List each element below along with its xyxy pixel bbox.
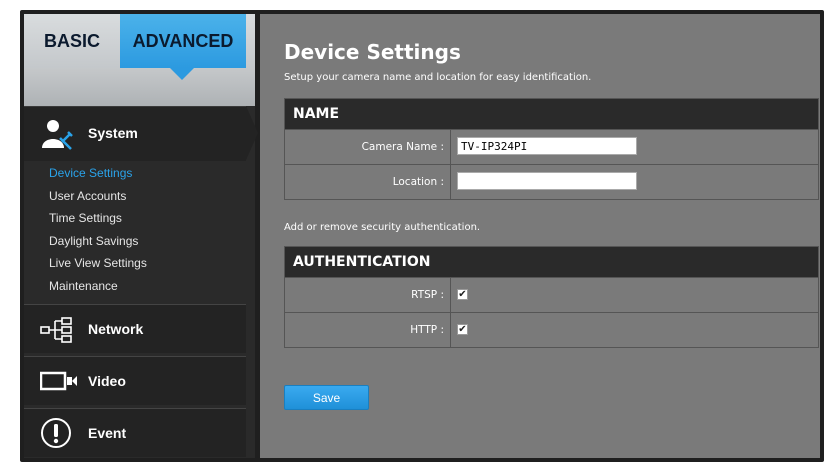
sidebar-item-live-view-settings[interactable]: Live View Settings (24, 252, 246, 275)
sidebar-section-label: Event (88, 425, 127, 441)
sidebar-item-daylight-savings[interactable]: Daylight Savings (24, 230, 246, 253)
location-label: Location : (285, 165, 451, 199)
sidebar-section-video[interactable]: Video (24, 356, 246, 405)
active-tab-pointer (170, 68, 194, 80)
sidebar-section-network[interactable]: Network (24, 304, 246, 353)
http-label: HTTP : (285, 313, 451, 347)
name-panel: NAME Camera Name : Location : (284, 98, 819, 200)
sidebar-section-label: Network (88, 321, 144, 337)
network-tree-icon (40, 317, 76, 347)
sidebar: BASIC ADVANCED System Device Settings Us… (24, 14, 258, 458)
system-submenu: Device Settings User Accounts Time Setti… (24, 162, 246, 297)
http-row: HTTP : ✔ (285, 312, 818, 347)
alert-icon (40, 417, 72, 453)
page-title: Device Settings (284, 40, 461, 64)
rtsp-row: RTSP : ✔ (285, 277, 818, 312)
tab-underbar (24, 68, 255, 106)
http-checkbox[interactable]: ✔ (457, 324, 468, 335)
sidebar-section-event[interactable]: Event (24, 408, 246, 457)
rtsp-checkbox[interactable]: ✔ (457, 289, 468, 300)
tab-advanced[interactable]: ADVANCED (120, 14, 246, 68)
authentication-panel: AUTHENTICATION RTSP : ✔ HTTP : ✔ (284, 246, 819, 348)
authentication-panel-header: AUTHENTICATION (285, 247, 818, 277)
page-subtitle: Setup your camera name and location for … (284, 72, 592, 83)
location-input[interactable] (457, 172, 637, 190)
camera-name-label: Camera Name : (285, 130, 451, 164)
video-camera-icon (39, 371, 78, 395)
name-panel-header: NAME (285, 99, 818, 129)
app-frame: BASIC ADVANCED System Device Settings Us… (20, 10, 824, 462)
admin-user-icon (40, 118, 74, 154)
save-button[interactable]: Save (284, 385, 369, 410)
section-pointer (246, 106, 258, 160)
tab-basic[interactable]: BASIC (24, 14, 120, 68)
sidebar-item-user-accounts[interactable]: User Accounts (24, 185, 246, 208)
sidebar-section-label: Video (88, 373, 126, 389)
rtsp-label: RTSP : (285, 278, 451, 312)
sidebar-section-system[interactable]: System (24, 106, 246, 161)
main-content: Device Settings Setup your camera name a… (260, 14, 820, 458)
sidebar-item-time-settings[interactable]: Time Settings (24, 207, 246, 230)
auth-note: Add or remove security authentication. (284, 222, 481, 233)
mode-tabs: BASIC ADVANCED (24, 14, 255, 68)
sidebar-item-maintenance[interactable]: Maintenance (24, 275, 246, 298)
location-row: Location : (285, 164, 818, 199)
sidebar-section-label: System (88, 125, 138, 141)
camera-name-row: Camera Name : (285, 129, 818, 164)
camera-name-input[interactable] (457, 137, 637, 155)
sidebar-item-device-settings[interactable]: Device Settings (24, 162, 246, 185)
